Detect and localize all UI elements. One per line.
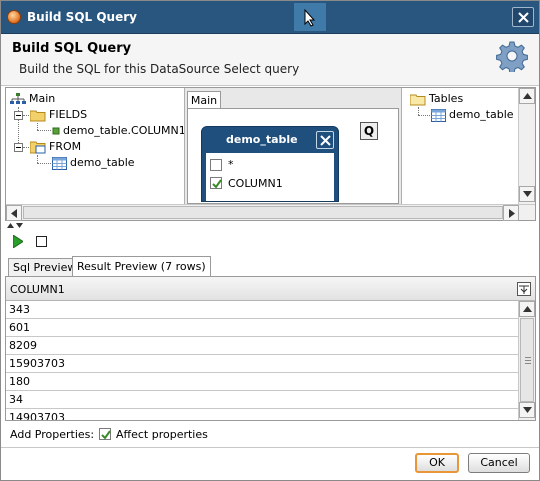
column-chooser-icon[interactable] xyxy=(517,282,531,296)
close-icon xyxy=(320,135,331,146)
scroll-up-button[interactable] xyxy=(519,88,535,104)
ok-button[interactable]: OK xyxy=(415,453,459,473)
table-row[interactable]: 601 xyxy=(6,319,518,337)
column-star-label: * xyxy=(228,158,234,171)
gear-icon xyxy=(496,41,528,72)
column1-checkbox[interactable] xyxy=(210,177,222,189)
splitter-arrows-icon xyxy=(7,223,23,228)
scroll-down-button[interactable] xyxy=(519,186,535,202)
window-close-button[interactable] xyxy=(512,7,534,27)
tab-main[interactable]: Main xyxy=(187,91,221,109)
run-query-button[interactable] xyxy=(13,235,23,248)
tables-vertical-scrollbar[interactable] xyxy=(518,88,535,204)
table-box-title: demo_table xyxy=(226,133,298,146)
results-scroll-down-button[interactable] xyxy=(519,402,535,418)
hierarchy-icon xyxy=(10,93,26,104)
table-icon xyxy=(431,108,446,122)
scroll-right-button[interactable] xyxy=(503,205,519,221)
tree-root-label: Main xyxy=(29,92,56,105)
results-vertical-scrollbar[interactable] xyxy=(518,301,535,420)
table-box-demo-table[interactable]: demo_table * COLUMN1 xyxy=(201,126,339,202)
query-structure-tree[interactable]: Main FIELDS demo_table.COLUMN1 FROM demo… xyxy=(6,88,186,204)
chevron-down-icon xyxy=(523,191,532,197)
table-icon xyxy=(52,156,67,170)
tables-tree[interactable]: Tables demo_table xyxy=(404,88,518,204)
table-row[interactable]: 8209 xyxy=(6,337,518,355)
designer-panel: Main Q demo_table * COLUMN1 xyxy=(184,88,402,204)
title-bar: Build SQL Query xyxy=(0,0,540,34)
folder-icon xyxy=(30,110,46,121)
horizontal-scroll-thumb[interactable] xyxy=(23,206,503,219)
result-preview-table: COLUMN1 343 601 8209 15903703 180 34 149… xyxy=(5,276,536,421)
from-collapse-toggle[interactable] xyxy=(14,143,23,152)
affect-properties-label: Affect properties xyxy=(116,428,208,441)
tree-node-from[interactable]: FROM xyxy=(30,139,81,155)
results-scroll-up-button[interactable] xyxy=(519,301,535,317)
tree-node-from-table[interactable]: demo_table xyxy=(52,155,135,171)
chevron-right-icon xyxy=(509,209,515,218)
fields-label: FIELDS xyxy=(49,108,88,121)
designer-horizontal-scrollbar[interactable] xyxy=(6,204,535,221)
dialog-header: Build SQL Query Build the SQL for this D… xyxy=(0,34,540,86)
checkmark-icon xyxy=(101,430,111,440)
chevron-up-icon xyxy=(523,93,532,99)
folder-icon xyxy=(410,94,426,105)
results-scroll-thumb[interactable] xyxy=(520,318,534,402)
chevron-down-icon xyxy=(523,407,532,413)
footer-divider xyxy=(0,447,540,448)
table-row[interactable]: 343 xyxy=(6,301,518,319)
column-star-checkbox[interactable] xyxy=(210,159,222,171)
column-header-column1[interactable]: COLUMN1 xyxy=(10,283,65,296)
from-label: FROM xyxy=(49,140,82,153)
table-header: COLUMN1 xyxy=(6,277,535,301)
window-title: Build SQL Query xyxy=(27,10,137,24)
pane-splitter[interactable] xyxy=(5,222,536,230)
query-button[interactable]: Q xyxy=(360,122,378,140)
table-row[interactable]: 180 xyxy=(6,373,518,391)
checkmark-icon xyxy=(212,179,222,189)
chevron-left-icon xyxy=(11,209,17,218)
tables-item-label: demo_table xyxy=(449,108,514,121)
fields-collapse-toggle[interactable] xyxy=(14,111,23,120)
table-row[interactable]: 14903703 xyxy=(6,409,518,420)
table-box-columns: * COLUMN1 xyxy=(206,153,334,201)
tree-node-fields[interactable]: FIELDS xyxy=(30,107,87,123)
folder-table-icon xyxy=(30,141,46,154)
cancel-button[interactable]: Cancel xyxy=(468,453,530,473)
affect-properties-checkbox[interactable] xyxy=(99,428,111,440)
chevron-up-icon xyxy=(523,306,532,312)
column1-label: COLUMN1 xyxy=(228,177,283,190)
header-title: Build SQL Query xyxy=(12,41,132,56)
query-designer-pane: Main FIELDS demo_table.COLUMN1 FROM demo… xyxy=(5,87,536,221)
tables-item-demo-table[interactable]: demo_table xyxy=(431,107,514,123)
field-item-label: demo_table.COLUMN1 xyxy=(63,124,186,137)
header-subtitle: Build the SQL for this DataSource Select… xyxy=(19,62,300,76)
mouse-cursor-icon xyxy=(294,3,326,31)
tab-result-preview[interactable]: Result Preview (7 rows) xyxy=(72,256,211,277)
close-icon xyxy=(518,12,529,23)
preview-tabs: Sql Preview Result Preview (7 rows) xyxy=(5,256,536,277)
stop-query-button[interactable] xyxy=(36,236,47,247)
table-row[interactable]: 34 xyxy=(6,391,518,409)
tree-node-field-column1[interactable]: demo_table.COLUMN1 xyxy=(52,123,186,139)
scroll-left-button[interactable] xyxy=(6,205,22,221)
tab-sql-preview[interactable]: Sql Preview xyxy=(8,258,82,277)
from-table-label: demo_table xyxy=(70,156,135,169)
add-properties-label: Add Properties: xyxy=(10,428,95,441)
table-row[interactable]: 15903703 xyxy=(6,355,518,373)
tree-node-tables[interactable]: Tables xyxy=(410,91,463,107)
table-box-close-button[interactable] xyxy=(316,131,334,149)
tables-label: Tables xyxy=(429,92,464,105)
query-canvas[interactable]: Q demo_table * COLUMN1 xyxy=(187,108,399,204)
column-icon xyxy=(52,127,60,135)
app-icon xyxy=(7,10,21,24)
tree-root-main[interactable]: Main xyxy=(10,91,55,107)
